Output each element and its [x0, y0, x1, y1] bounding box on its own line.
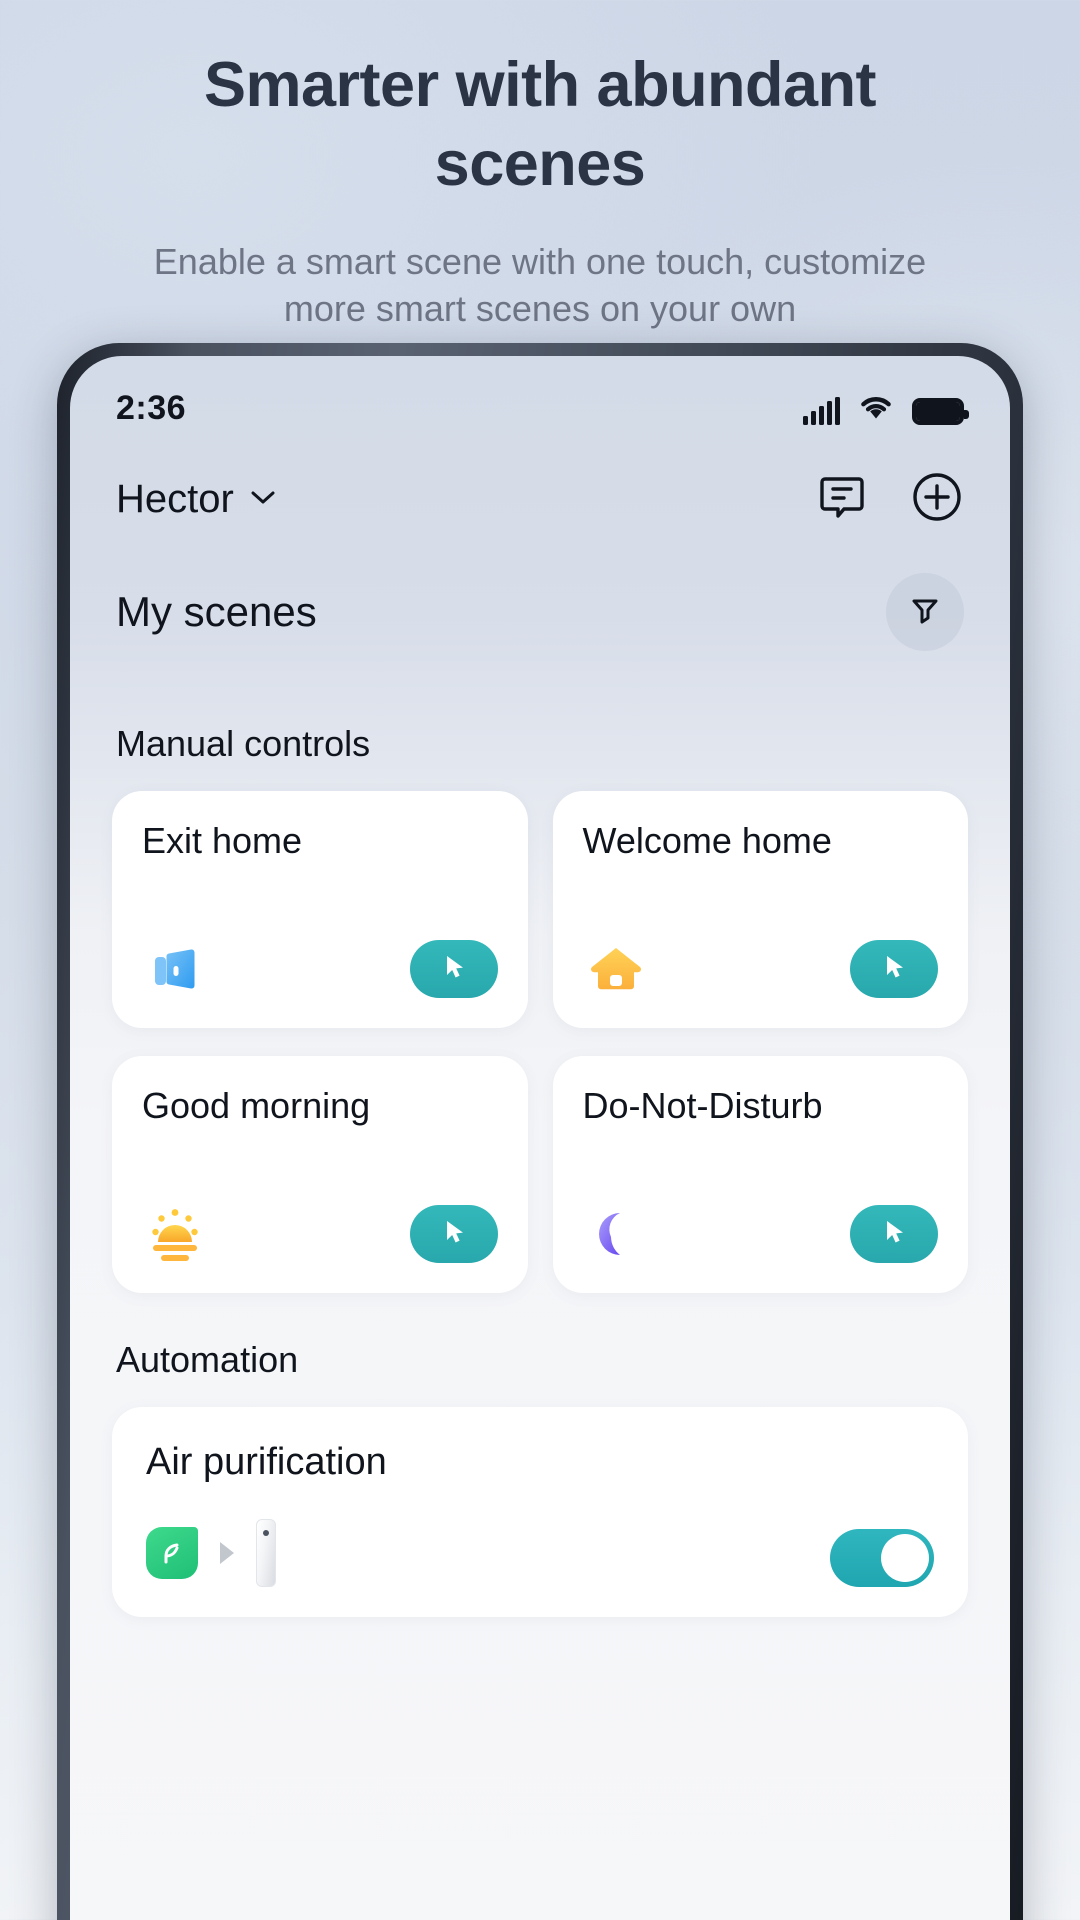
phone-mockup: 2:36 Hector My scenes Manual controls Ex… — [57, 343, 1023, 1920]
leaf-icon — [146, 1527, 198, 1579]
scene-card-welcome-home[interactable]: Welcome home — [552, 791, 968, 1028]
scene-card-bottom — [142, 936, 498, 1002]
scene-card-bottom — [583, 1201, 938, 1267]
scene-card-good-morning[interactable]: Good morning — [112, 1056, 528, 1293]
scenes-header: My scenes — [70, 549, 1010, 677]
automation-chain — [146, 1519, 276, 1587]
home-selector[interactable]: Hector — [116, 477, 278, 522]
sensor-icon — [256, 1519, 276, 1587]
run-scene-button[interactable] — [850, 940, 938, 998]
manual-controls-grid: Exit home Welcome home Good morning Do-N… — [70, 791, 1010, 1293]
filter-icon — [906, 591, 944, 634]
status-icons — [803, 392, 969, 425]
cursor-icon — [877, 950, 911, 989]
chain-arrow-icon — [220, 1542, 234, 1564]
cursor-icon — [877, 1215, 911, 1254]
run-scene-button[interactable] — [409, 940, 498, 998]
run-scene-button[interactable] — [409, 1205, 498, 1263]
toggle-knob — [881, 1534, 929, 1582]
cursor-icon — [437, 950, 471, 989]
section-title-automation: Automation — [116, 1339, 299, 1380]
page-section-title: My scenes — [116, 588, 317, 635]
scene-card-exit-home[interactable]: Exit home — [112, 791, 528, 1028]
scene-card-bottom — [142, 1201, 498, 1267]
automation-card-bottom — [146, 1519, 934, 1587]
scene-card-label: Exit home — [142, 820, 303, 861]
home-name-label: Hector — [116, 477, 234, 521]
page-title: Smarter with abundant scenes — [203, 50, 877, 200]
wifi-icon — [857, 392, 895, 425]
status-bar: 2:36 — [70, 356, 1010, 442]
automation-label: Air purification — [146, 1441, 387, 1483]
scene-card-label: Good morning — [142, 1085, 371, 1126]
app-header: Hector — [70, 442, 1010, 549]
scenes-scroll-area[interactable]: Manual controls Exit home Welcome home G… — [70, 677, 1010, 1617]
automation-list: Air purification — [70, 1407, 1010, 1617]
scene-card-label: Do-Not-Disturb — [582, 1085, 823, 1126]
promo-header: Smarter with abundant scenes Enable a sm… — [0, 0, 1080, 332]
signal-icon — [803, 396, 840, 425]
scene-card-do-not-disturb[interactable]: Do-Not-Disturb — [552, 1056, 968, 1293]
battery-icon — [912, 397, 969, 425]
automation-toggle[interactable] — [830, 1529, 934, 1587]
header-actions — [816, 470, 964, 529]
message-icon[interactable] — [816, 471, 868, 528]
add-icon[interactable] — [910, 470, 964, 529]
house-icon — [583, 936, 649, 1002]
moon-icon — [583, 1201, 649, 1267]
phone-screen: 2:36 Hector My scenes Manual controls Ex… — [70, 356, 1010, 1920]
sunrise-icon — [142, 1201, 208, 1267]
section-title-manual: Manual controls — [116, 723, 371, 764]
run-scene-button[interactable] — [850, 1205, 938, 1263]
cursor-icon — [437, 1215, 471, 1254]
page-subtitle: Enable a smart scene with one touch, cus… — [153, 240, 927, 329]
filter-button[interactable] — [886, 573, 964, 651]
door-icon — [142, 936, 208, 1002]
status-time: 2:36 — [116, 388, 187, 427]
chevron-down-icon — [248, 487, 278, 512]
automation-card-air-purification[interactable]: Air purification — [112, 1407, 968, 1617]
scene-card-bottom — [583, 936, 938, 1002]
scene-card-label: Welcome home — [582, 820, 832, 861]
